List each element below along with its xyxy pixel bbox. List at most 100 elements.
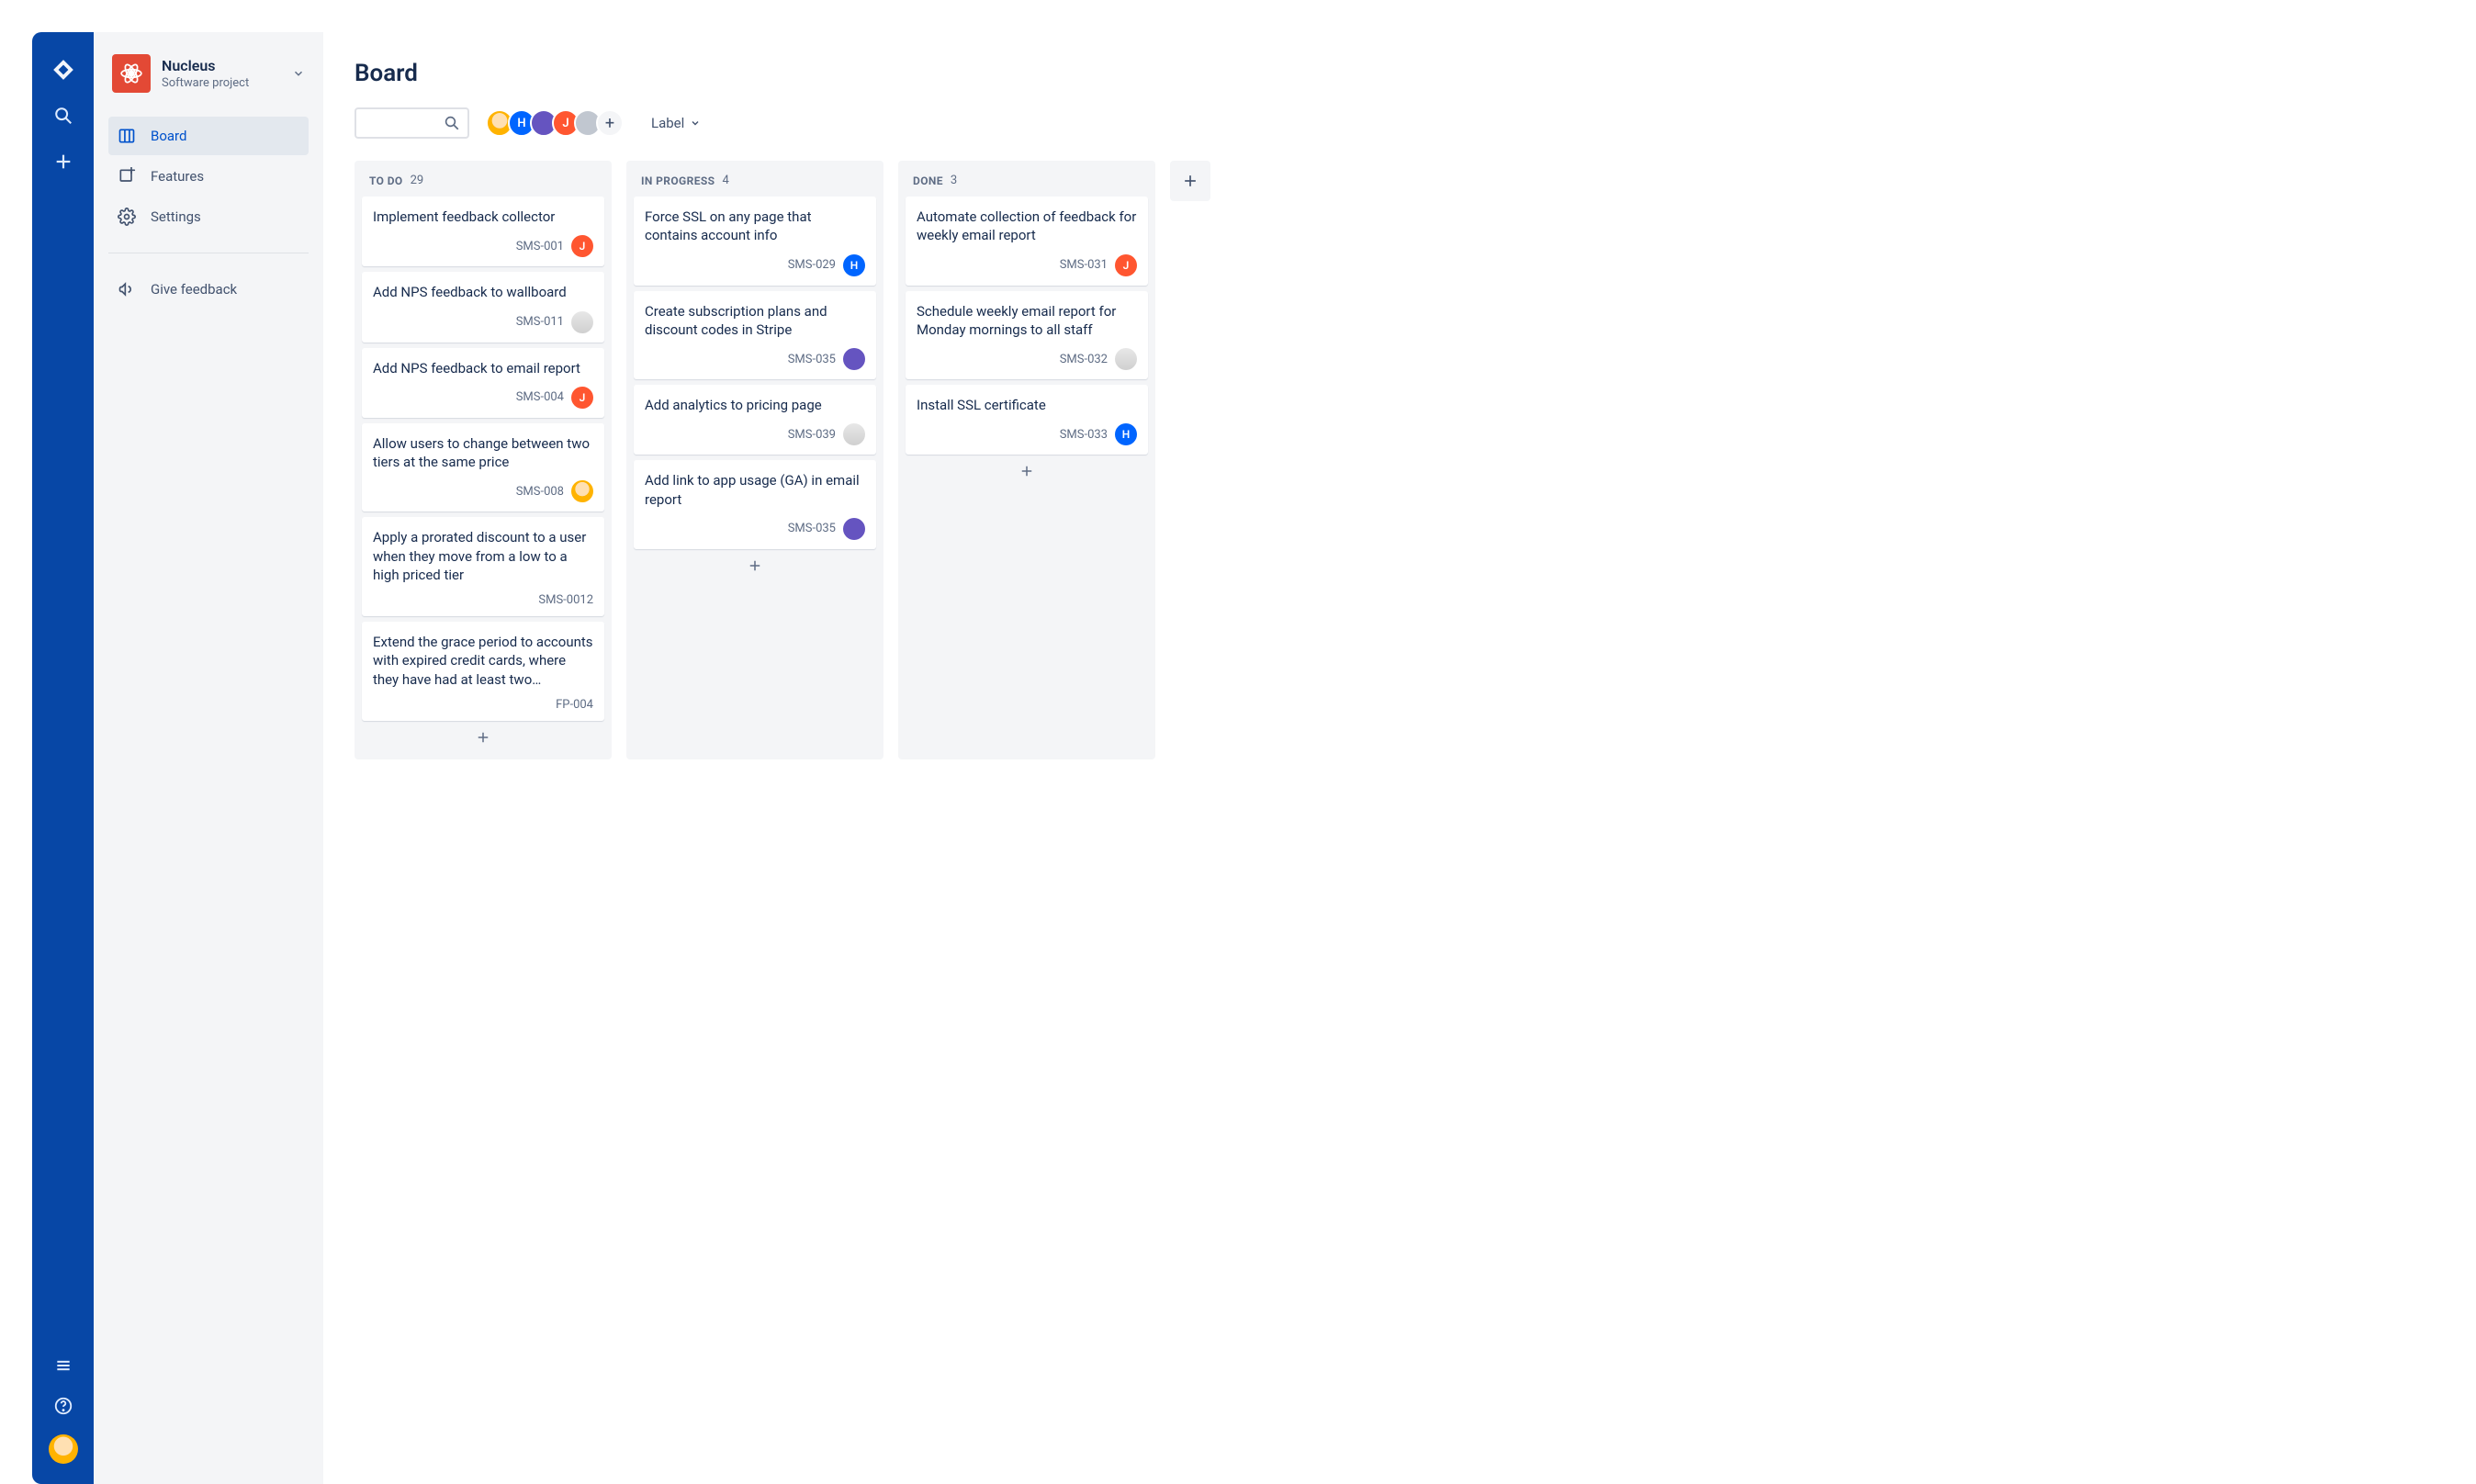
sidebar-item-label: Give feedback <box>151 281 237 298</box>
column-count: 4 <box>722 174 728 187</box>
add-card-button[interactable] <box>362 723 604 752</box>
sidebar-item-board[interactable]: Board <box>108 117 309 155</box>
card-id: SMS-039 <box>788 428 836 442</box>
assignee-avatar <box>843 423 865 445</box>
search-icon <box>444 115 460 131</box>
project-switcher[interactable]: Nucleus Software project <box>108 54 309 107</box>
card-id: FP-004 <box>556 698 593 712</box>
card-title: Schedule weekly email report for Monday … <box>917 302 1137 340</box>
chevron-down-icon <box>292 67 305 80</box>
card-id: SMS-029 <box>788 258 836 272</box>
column-title: Done <box>913 174 943 187</box>
sidebar-nav: Board Features Settings <box>108 117 309 236</box>
sidebar-item-label: Settings <box>151 208 201 225</box>
gear-icon <box>118 208 138 226</box>
card-title: Force SSL on any page that contains acco… <box>645 208 865 245</box>
label-filter-text: Label <box>651 115 684 131</box>
page-title: Board <box>355 60 2476 87</box>
assignee-avatar: J <box>571 235 593 257</box>
search-icon[interactable] <box>51 104 75 128</box>
assignee-avatar <box>1115 348 1137 370</box>
megaphone-icon <box>118 280 138 298</box>
issue-card[interactable]: Extend the grace period to accounts with… <box>362 622 604 721</box>
card-title: Implement feedback collector <box>373 208 593 226</box>
issue-card[interactable]: Add link to app usage (GA) in email repo… <box>634 460 876 549</box>
add-column-button[interactable] <box>1170 161 1210 201</box>
card-title: Automate collection of feedback for week… <box>917 208 1137 245</box>
issue-card[interactable]: Install SSL certificate SMS-033 H <box>906 385 1148 455</box>
product-logo-icon[interactable] <box>51 58 75 82</box>
issue-card[interactable]: Schedule weekly email report for Monday … <box>906 291 1148 380</box>
card-title: Add NPS feedback to email report <box>373 359 593 377</box>
avatar-stack: HJ+ <box>486 109 624 137</box>
issue-card[interactable]: Add NPS feedback to email report SMS-004 J <box>362 348 604 418</box>
assignee-avatar: J <box>571 387 593 409</box>
card-id: SMS-033 <box>1060 428 1108 442</box>
card-title: Apply a prorated discount to a user when… <box>373 528 593 584</box>
card-id: SMS-0012 <box>538 593 593 607</box>
issue-card[interactable]: Add NPS feedback to wallboard SMS-011 <box>362 272 604 342</box>
card-title: Install SSL certificate <box>917 396 1137 414</box>
assignee-avatar: H <box>843 254 865 276</box>
issue-card[interactable]: Add analytics to pricing page SMS-039 <box>634 385 876 455</box>
assignee-avatar <box>571 480 593 502</box>
card-title: Create subscription plans and discount c… <box>645 302 865 340</box>
card-id: SMS-035 <box>788 353 836 366</box>
label-filter-button[interactable]: Label <box>651 115 701 131</box>
card-id: SMS-011 <box>516 315 564 329</box>
board-column: Done 3 Automate collection of feedback for… <box>898 161 1155 759</box>
board-column: To do 29 Implement feedback collector SMS-0… <box>355 161 612 759</box>
project-name: Nucleus <box>162 57 249 74</box>
feature-icon <box>118 167 138 186</box>
column-count: 29 <box>411 174 424 187</box>
issue-card[interactable]: Automate collection of feedback for week… <box>906 197 1148 286</box>
add-card-button[interactable] <box>906 456 1148 486</box>
main-content: Board HJ+ Label To do29Implement feedbac… <box>323 32 2476 1484</box>
card-id: SMS-035 <box>788 522 836 535</box>
assignee-avatar: H <box>1115 423 1137 445</box>
project-logo-icon <box>112 54 151 93</box>
card-title: Allow users to change between two tiers … <box>373 434 593 472</box>
add-card-button[interactable] <box>634 551 876 580</box>
assignee-avatar <box>843 348 865 370</box>
sidebar-item-label: Board <box>151 128 186 144</box>
kanban-board: To do 29 Implement feedback collector SMS-0… <box>355 161 2476 778</box>
column-title: In progress <box>641 174 715 187</box>
create-icon[interactable] <box>51 150 75 174</box>
card-id: SMS-031 <box>1060 258 1108 272</box>
profile-avatar[interactable] <box>49 1434 78 1464</box>
board-column: In progress 4 Force SSL on any page that c… <box>626 161 883 759</box>
card-id: SMS-004 <box>516 390 564 404</box>
search-input[interactable] <box>355 107 469 139</box>
assignee-avatar <box>571 311 593 333</box>
global-nav-rail <box>32 32 94 1484</box>
card-id: SMS-032 <box>1060 353 1108 366</box>
help-icon[interactable] <box>51 1394 75 1418</box>
card-title: Add NPS feedback to wallboard <box>373 283 593 301</box>
issue-card[interactable]: Create subscription plans and discount c… <box>634 291 876 380</box>
card-title: Extend the grace period to accounts with… <box>373 633 593 689</box>
issue-card[interactable]: Allow users to change between two tiers … <box>362 423 604 512</box>
card-title: Add link to app usage (GA) in email repo… <box>645 471 865 509</box>
board-icon <box>118 127 138 145</box>
project-sidebar: Nucleus Software project Board Features <box>94 32 323 1484</box>
chevron-down-icon <box>690 118 701 129</box>
sidebar-item-features[interactable]: Features <box>108 157 309 196</box>
board-toolbar: HJ+ Label <box>355 107 2476 139</box>
menu-icon[interactable] <box>51 1354 75 1377</box>
sidebar-item-label: Features <box>151 168 204 185</box>
card-id: SMS-008 <box>516 485 564 499</box>
assignee-avatar <box>843 518 865 540</box>
issue-card[interactable]: Apply a prorated discount to a user when… <box>362 517 604 616</box>
card-title: Add analytics to pricing page <box>645 396 865 414</box>
issue-card[interactable]: Force SSL on any page that contains acco… <box>634 197 876 286</box>
card-id: SMS-001 <box>516 240 564 253</box>
sidebar-item-feedback[interactable]: Give feedback <box>108 270 309 309</box>
sidebar-item-settings[interactable]: Settings <box>108 197 309 236</box>
issue-card[interactable]: Implement feedback collector SMS-001 J <box>362 197 604 266</box>
add-member-button[interactable]: + <box>596 109 624 137</box>
column-count: 3 <box>951 174 957 187</box>
column-title: To do <box>369 174 403 187</box>
project-type: Software project <box>162 76 249 90</box>
assignee-avatar: J <box>1115 254 1137 276</box>
